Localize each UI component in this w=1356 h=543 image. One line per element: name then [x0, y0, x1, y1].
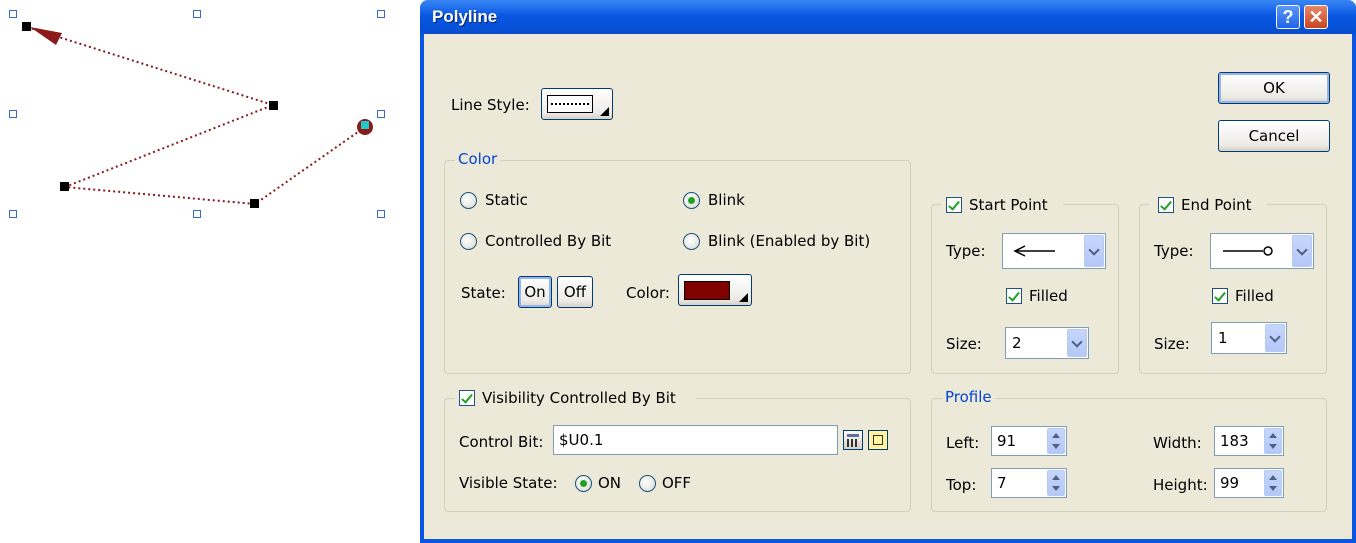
close-button[interactable]: ✕ — [1304, 5, 1328, 29]
blink-radio[interactable] — [683, 192, 700, 209]
polyline-preview[interactable] — [0, 0, 420, 543]
left-label: Left: — [946, 434, 980, 452]
vertex-handle — [250, 199, 259, 208]
resize-handle-nw[interactable] — [9, 10, 17, 18]
end-size-select[interactable]: 1 — [1211, 322, 1287, 354]
start-size-label: Size: — [946, 335, 982, 353]
chevron-down-icon — [1265, 324, 1285, 352]
control-bit-label: Control Bit: — [459, 433, 544, 451]
polyline-dialog: Polyline ? ✕ Line Style: OK Cancel Color… — [420, 0, 1356, 543]
tag-browse-icon[interactable] — [868, 430, 888, 450]
color-label: Color: — [626, 284, 670, 302]
state-off-button[interactable]: Off — [557, 276, 593, 308]
circle-end-icon — [1223, 246, 1273, 256]
start-arrow-head — [30, 27, 62, 45]
dialog-title: Polyline — [432, 7, 498, 26]
title-bar[interactable]: Polyline ? ✕ — [420, 0, 1356, 34]
spin-arrows-icon[interactable] — [1264, 470, 1282, 496]
control-bit-input[interactable]: $U0.1 — [553, 425, 838, 455]
start-point-checkbox[interactable] — [946, 197, 962, 213]
spin-arrows-icon[interactable] — [1047, 470, 1065, 496]
blink-enabled-by-bit-label: Blink (Enabled by Bit) — [708, 232, 871, 250]
left-spinner[interactable]: 91 — [991, 426, 1067, 456]
resize-handle-n[interactable] — [193, 10, 201, 18]
static-label: Static — [485, 191, 528, 209]
controlled-by-bit-label: Controlled By Bit — [485, 232, 612, 250]
arrow-left-icon — [1013, 245, 1055, 257]
start-type-label: Type: — [946, 242, 986, 260]
static-radio[interactable] — [460, 192, 477, 209]
vertex-handle — [60, 182, 69, 191]
vertex-handle — [269, 101, 278, 110]
resize-handle-s[interactable] — [193, 210, 201, 218]
top-label: Top: — [946, 476, 977, 494]
resize-handle-w[interactable] — [9, 110, 17, 118]
dropdown-corner-icon — [739, 293, 748, 302]
resize-handle-e[interactable] — [377, 110, 385, 118]
start-filled-checkbox[interactable] — [1006, 288, 1022, 304]
end-point-label: End Point — [1181, 196, 1252, 214]
line-style-label: Line Style: — [451, 96, 530, 114]
chevron-down-icon — [1292, 235, 1312, 267]
color-picker-button[interactable] — [678, 274, 752, 306]
spin-arrows-icon[interactable] — [1264, 428, 1282, 454]
blink-label: Blink — [708, 191, 745, 209]
end-size-label: Size: — [1154, 335, 1190, 353]
vertex-handle — [22, 22, 31, 31]
color-group-legend: Color — [455, 150, 501, 168]
resize-handle-sw[interactable] — [9, 210, 17, 218]
color-swatch — [684, 281, 730, 300]
cancel-button[interactable]: Cancel — [1218, 120, 1330, 152]
start-size-select[interactable]: 2 — [1005, 327, 1089, 359]
width-spinner[interactable]: 183 — [1214, 426, 1284, 456]
polyline-shape — [26, 26, 369, 206]
end-point-checkbox[interactable] — [1158, 197, 1174, 213]
visibility-group — [444, 398, 911, 512]
end-vertex-highlight — [361, 121, 369, 129]
blink-enabled-by-bit-radio[interactable] — [683, 233, 700, 250]
chevron-down-icon — [1084, 235, 1104, 267]
start-type-select[interactable] — [1002, 233, 1106, 269]
resize-handle-ne[interactable] — [377, 10, 385, 18]
line-style-button[interactable] — [541, 88, 613, 120]
visible-on-label: ON — [598, 474, 622, 492]
start-filled-label: Filled — [1029, 287, 1068, 305]
end-filled-label: Filled — [1235, 287, 1274, 305]
state-label: State: — [461, 284, 506, 302]
end-type-label: Type: — [1154, 242, 1194, 260]
profile-legend: Profile — [942, 388, 995, 406]
height-spinner[interactable]: 99 — [1214, 468, 1284, 498]
spin-arrows-icon[interactable] — [1047, 428, 1065, 454]
ok-button[interactable]: OK — [1218, 72, 1330, 104]
dropdown-corner-icon — [600, 107, 609, 116]
drawing-canvas[interactable] — [0, 0, 420, 543]
line-style-preview — [547, 95, 593, 113]
visibility-label: Visibility Controlled By Bit — [482, 389, 676, 407]
visibility-checkbox[interactable] — [459, 390, 475, 406]
resize-handle-se[interactable] — [377, 210, 385, 218]
end-filled-checkbox[interactable] — [1212, 288, 1228, 304]
height-label: Height: — [1153, 476, 1208, 494]
start-point-label: Start Point — [969, 196, 1048, 214]
top-spinner[interactable]: 7 — [991, 468, 1067, 498]
width-label: Width: — [1153, 434, 1202, 452]
visible-on-radio[interactable] — [575, 475, 592, 492]
chevron-down-icon — [1067, 329, 1087, 357]
visible-off-label: OFF — [662, 474, 692, 492]
controlled-by-bit-radio[interactable] — [460, 233, 477, 250]
help-button[interactable]: ? — [1276, 5, 1300, 29]
dialog-client-area: Line Style: OK Cancel Color Static Blink… — [424, 34, 1352, 539]
calculator-icon[interactable] — [843, 430, 863, 450]
end-type-select[interactable] — [1210, 233, 1314, 269]
state-on-button[interactable]: On — [518, 276, 552, 308]
visible-state-label: Visible State: — [459, 474, 558, 492]
visible-off-radio[interactable] — [639, 475, 656, 492]
